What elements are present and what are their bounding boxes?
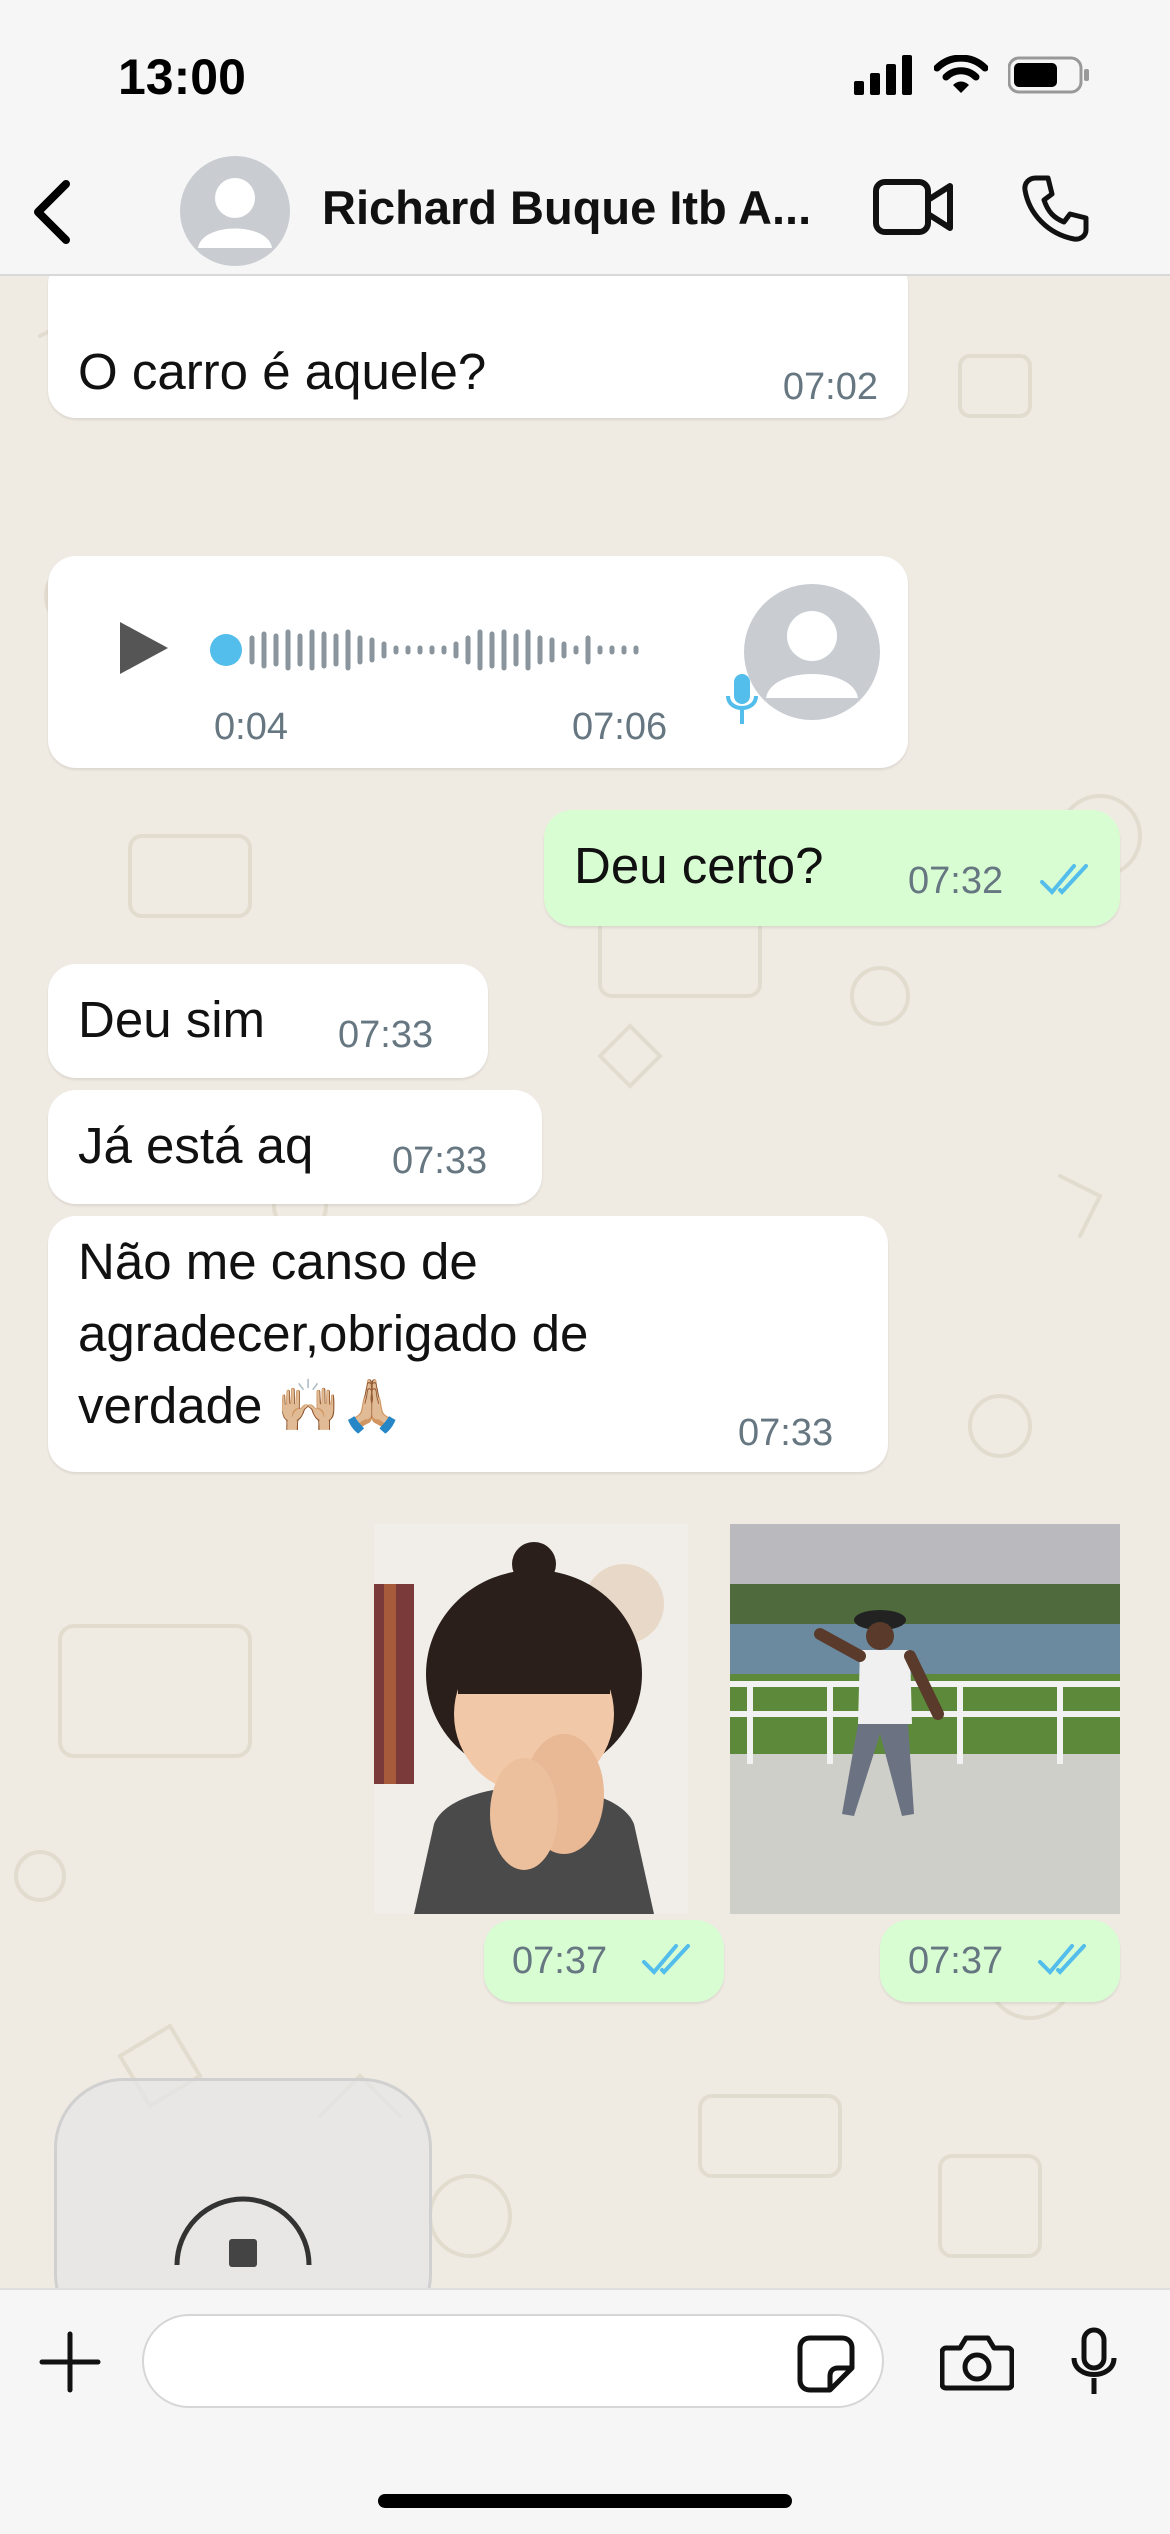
camera-icon[interactable]	[940, 2332, 1014, 2392]
chat-area[interactable]: O carro é aquele? 07:02 0:04 07:06 Deu c…	[0, 276, 1170, 2288]
message-input-bar	[0, 2288, 1170, 2534]
home-indicator	[378, 2494, 792, 2508]
read-ticks-icon	[642, 1944, 690, 1975]
sticker-time-pill: 07:37	[484, 1920, 724, 2002]
message-bubble-incoming[interactable]: Não me canso de agradecer,obrigado de ve…	[48, 1216, 888, 1472]
message-time: 07:33	[738, 1412, 834, 1454]
microphone-icon	[726, 674, 758, 724]
message-text: Deu sim	[78, 991, 266, 1048]
message-bubble-outgoing[interactable]: Deu certo? 07:32	[544, 810, 1120, 926]
stop-recording-icon[interactable]	[163, 2155, 323, 2275]
message-bubble-incoming[interactable]: O carro é aquele? 07:02	[48, 276, 908, 418]
signal-icon	[854, 55, 912, 95]
message-time: 07:37	[908, 1940, 1004, 1982]
message-time: 07:33	[338, 1014, 434, 1056]
video-call-icon[interactable]	[872, 176, 954, 238]
message-text-line: agradecer,obrigado de	[78, 1305, 589, 1362]
contact-avatar[interactable]	[180, 156, 290, 266]
battery-icon	[1008, 56, 1089, 94]
message-time: 07:06	[572, 706, 668, 748]
contact-name[interactable]: Richard Buque Itb A...	[322, 180, 842, 235]
wifi-icon	[934, 55, 988, 93]
play-icon[interactable]	[114, 616, 174, 680]
sticker-icon[interactable]	[796, 2334, 856, 2394]
sticker-image-man-dancing[interactable]	[730, 1524, 1120, 1914]
message-time: 07:33	[392, 1140, 488, 1182]
voice-message-bubble[interactable]: 0:04 07:06	[48, 556, 908, 768]
message-bubble-incoming[interactable]: Já está aq 07:33	[48, 1090, 542, 1204]
chat-header: Richard Buque Itb A...	[0, 150, 1170, 276]
status-icons	[854, 55, 1090, 95]
sender-avatar	[744, 584, 880, 720]
message-time: 07:02	[782, 366, 878, 408]
waveform[interactable]	[210, 620, 690, 680]
phone-call-icon[interactable]	[1020, 172, 1090, 244]
back-chevron-icon[interactable]	[22, 170, 78, 254]
read-ticks-icon	[1040, 864, 1088, 895]
voice-duration: 0:04	[214, 706, 288, 748]
man-dancing-image	[730, 1524, 1120, 1914]
message-text: Já está aq	[78, 1117, 314, 1174]
message-input[interactable]	[142, 2314, 884, 2408]
sticker-time-pill: 07:37	[880, 1920, 1120, 2002]
default-avatar-icon	[198, 178, 272, 248]
message-text-line: Não me canso de	[78, 1233, 478, 1290]
message-bubble-incoming[interactable]: Deu sim 07:33	[48, 964, 488, 1078]
sticker-image-child-clapping[interactable]	[374, 1524, 688, 1914]
message-text: O carro é aquele?	[78, 343, 487, 400]
message-time: 07:32	[908, 860, 1004, 902]
message-time: 07:37	[512, 1940, 608, 1982]
child-clapping-image	[374, 1524, 688, 1914]
recording-overlay[interactable]	[54, 2078, 432, 2288]
plus-icon[interactable]	[38, 2330, 102, 2394]
microphone-icon[interactable]	[1068, 2326, 1120, 2398]
message-text-line: verdade 🙌🏼🙏🏼	[78, 1377, 404, 1434]
message-text: Deu certo?	[574, 837, 824, 894]
status-bar: 13:00	[0, 0, 1170, 150]
read-ticks-icon	[1038, 1944, 1086, 1975]
default-avatar-icon	[766, 611, 858, 698]
status-time: 13:00	[118, 49, 246, 105]
